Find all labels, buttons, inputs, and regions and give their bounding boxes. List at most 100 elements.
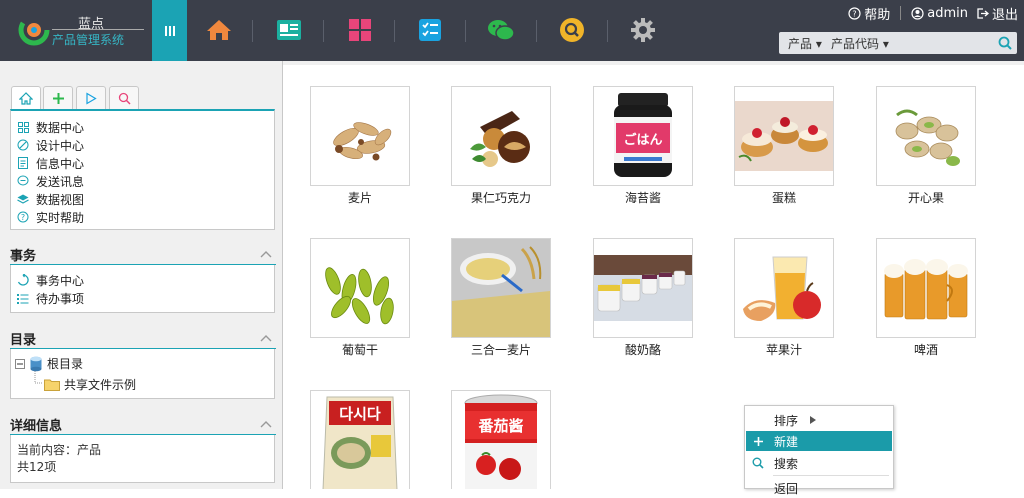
nav-search-button[interactable]	[556, 14, 588, 46]
tab-play[interactable]	[76, 86, 106, 109]
product-card[interactable]: 三合一麦片	[451, 238, 551, 358]
context-menu-sort[interactable]: 排序	[746, 410, 892, 430]
logo-mark-icon	[18, 14, 50, 46]
product-image: ごはん	[593, 86, 693, 186]
help-icon: ?	[848, 6, 861, 20]
sidebar-item-todo[interactable]: 待办事项	[17, 289, 274, 307]
sidebar-item-data-view[interactable]: 数据视图	[17, 190, 274, 208]
details-count: 共12项	[17, 460, 57, 474]
search-tab-icon	[118, 92, 131, 105]
product-image	[451, 238, 551, 338]
product-card[interactable]: 蛋糕	[734, 86, 834, 206]
list-icon	[17, 292, 29, 304]
tab-home[interactable]	[11, 86, 41, 110]
product-name: 海苔酱	[624, 191, 661, 205]
plus-icon	[746, 436, 770, 447]
product-image: 番茄酱	[451, 390, 551, 489]
sidebar-item-label: 实时帮助	[36, 210, 85, 225]
sidebar-item-data-center[interactable]: 数据中心	[17, 118, 274, 136]
nav-news-button[interactable]	[273, 14, 305, 46]
svg-text:ごはん: ごはん	[623, 132, 662, 148]
pistachio-image	[895, 109, 960, 166]
nav-apps-button[interactable]	[344, 14, 376, 46]
tree-node-label: 根目录	[47, 357, 84, 371]
product-image	[734, 86, 834, 186]
product-card[interactable]: ごはん 海苔酱	[593, 86, 693, 206]
product-card[interactable]: 酸奶酪	[593, 238, 693, 358]
beer-image	[884, 259, 968, 320]
product-image	[876, 238, 976, 338]
collapse-chevron-up-icon[interactable]	[260, 420, 272, 428]
context-menu-new[interactable]: 新建	[746, 431, 892, 451]
product-card[interactable]: 麦片	[310, 86, 410, 206]
sidebar-item-label: 发送讯息	[36, 174, 85, 189]
tab-add[interactable]	[43, 86, 73, 109]
collapse-minus-icon[interactable]	[15, 358, 25, 369]
nav-wechat-button[interactable]	[485, 14, 517, 46]
product-card[interactable]: 开心果	[876, 86, 976, 206]
product-card[interactable]: 葡萄干	[310, 238, 410, 358]
product-card[interactable]: 啤酒	[876, 238, 976, 358]
sidebar-item-live-help[interactable]: ? 实时帮助	[17, 208, 274, 226]
collapse-chevron-up-icon[interactable]	[260, 334, 272, 342]
logout-label: 退出	[991, 7, 1018, 23]
menu-toggle-button[interactable]	[152, 0, 187, 61]
context-menu-label: 新建	[774, 434, 799, 449]
sidebar-item-label: 事务中心	[36, 273, 85, 288]
sidebar-item-send-message[interactable]: 发送讯息	[17, 172, 274, 190]
header-search-bar: 产品 ▾ 产品代码 ▾	[779, 32, 1017, 54]
product-card[interactable]: 다시다	[310, 390, 410, 489]
search-category-select[interactable]: 产品 ▾	[788, 35, 822, 52]
nav-tasks-button[interactable]	[414, 14, 446, 46]
search-submit-icon[interactable]	[997, 35, 1013, 51]
document-icon	[17, 157, 29, 169]
nav-separator	[323, 20, 324, 42]
user-name: admin	[927, 5, 968, 21]
home-tab-panel: 数据中心 设计中心 信息中心 发送讯息 数据视图 ? 实时帮助	[10, 109, 275, 230]
details-current: 当前内容：产品	[17, 443, 102, 457]
product-name: 果仁巧克力	[470, 191, 531, 205]
sidebar-item-info-center[interactable]: 信息中心	[17, 154, 274, 172]
context-menu-back[interactable]: 返回	[746, 478, 892, 498]
user-link[interactable]: admin	[911, 6, 968, 21]
logo-divider	[52, 29, 144, 30]
product-name: 苹果汁	[765, 343, 802, 357]
tree-node-root[interactable]: 根目录	[15, 355, 83, 372]
product-name: 麦片	[347, 191, 372, 205]
yogurt-image	[594, 255, 692, 321]
search-input[interactable]	[897, 35, 997, 51]
sidebar-item-affairs-center[interactable]: 事务中心	[17, 271, 274, 289]
sidebar-item-design-center[interactable]: 设计中心	[17, 136, 274, 154]
cake-image	[735, 101, 833, 171]
collapse-chevron-up-icon[interactable]	[260, 250, 272, 258]
svg-text:?: ?	[21, 213, 25, 222]
product-card[interactable]: 果仁巧克力	[451, 86, 551, 206]
context-menu-search[interactable]: 搜索	[746, 453, 892, 473]
package-label: 다시다	[339, 405, 381, 423]
nav-home-button[interactable]	[203, 14, 235, 46]
product-name: 酸奶酪	[624, 343, 661, 357]
raisin-image	[325, 267, 394, 325]
help-link[interactable]: ? 帮助	[848, 4, 890, 23]
nav-settings-button[interactable]	[627, 14, 659, 46]
section-title-details: 详细信息	[10, 419, 63, 434]
wechat-icon	[488, 20, 515, 41]
affairs-panel: 事务中心 待办事项	[10, 265, 275, 313]
dashida-package-image: 다시다	[322, 396, 398, 489]
product-card[interactable]: 番茄酱	[451, 390, 551, 489]
product-image	[876, 86, 976, 186]
search-icon	[746, 457, 770, 469]
tree-node-shared[interactable]: 共享文件示例	[44, 376, 136, 393]
svg-text:?: ?	[853, 9, 857, 18]
product-card[interactable]: 苹果汁	[734, 238, 834, 358]
sidebar-item-label: 数据视图	[36, 192, 85, 207]
home-tab-icon	[19, 92, 33, 105]
product-name: 啤酒	[913, 343, 938, 357]
design-icon	[17, 139, 29, 151]
sidebar-item-label: 设计中心	[36, 138, 85, 153]
search-field-select[interactable]: 产品代码 ▾	[831, 35, 889, 52]
settings-icon	[631, 18, 655, 42]
tab-search[interactable]	[109, 86, 139, 109]
logout-link[interactable]: 退出	[976, 4, 1018, 23]
app-logo[interactable]: 蓝点 产品管理系统	[14, 10, 154, 52]
